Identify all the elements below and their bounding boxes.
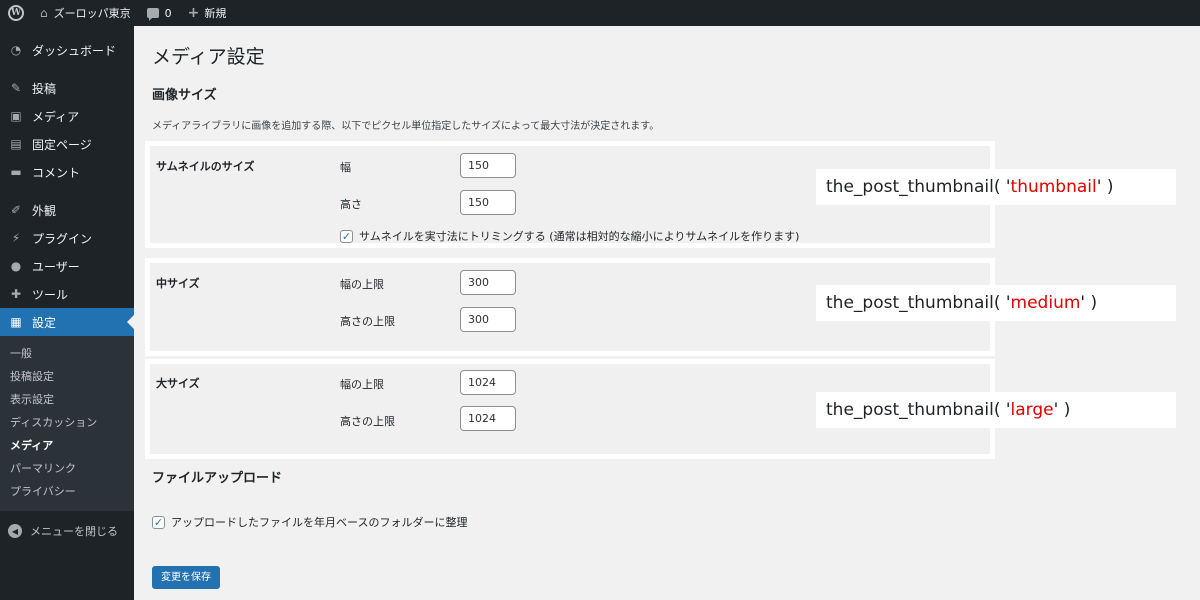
site-name-link[interactable]: ⌂ ズーロッパ東京 xyxy=(32,0,139,26)
thumbnail-height-label: 高さ xyxy=(340,198,362,211)
large-size-label: 大サイズ xyxy=(156,377,200,390)
medium-width-label: 幅の上限 xyxy=(340,278,384,291)
callout-prefix: the_post_thumbnail( ' xyxy=(826,400,1011,420)
thumbnail-width-input[interactable]: 150 xyxy=(460,153,516,178)
user-icon: ● xyxy=(10,259,22,273)
comment-icon: ▬ xyxy=(10,165,22,179)
callout-arg: thumbnail xyxy=(1010,177,1097,197)
page-title: メディア設定 xyxy=(152,46,265,68)
sidebar-item-pages[interactable]: ▤ 固定ページ xyxy=(0,130,134,158)
sidebar-item-label: プラグイン xyxy=(32,231,93,246)
sidebar-item-label: 設定 xyxy=(32,315,57,330)
main-content: メディア設定 画像サイズ メディアライブラリに画像を追加する際、以下でピクセル単… xyxy=(134,26,1200,600)
dashboard-icon: ◔ xyxy=(10,43,22,57)
sidebar-item-label: ダッシュボード xyxy=(32,43,117,58)
sidebar-item-label: 外観 xyxy=(32,203,57,218)
thumbnail-width-label: 幅 xyxy=(340,161,351,174)
sidebar-item-label: メディア xyxy=(32,109,80,124)
submenu-item-privacy[interactable]: プライバシー xyxy=(0,480,134,503)
media-icon: ▣ xyxy=(10,109,22,123)
sidebar-item-settings[interactable]: ▦ 設定 xyxy=(0,308,134,336)
image-sizes-heading: 画像サイズ xyxy=(152,88,217,103)
sidebar-item-comments[interactable]: ▬ コメント xyxy=(0,158,134,186)
thumbnail-size-label: サムネイルのサイズ xyxy=(156,160,255,173)
sidebar-item-appearance[interactable]: ✐ 外観 xyxy=(0,196,134,224)
sidebar-item-users[interactable]: ● ユーザー xyxy=(0,252,134,280)
callout-prefix: the_post_thumbnail( ' xyxy=(826,177,1011,197)
admin-sidebar: ◔ ダッシュボード ✎ 投稿 ▣ メディア ▤ 固定ページ ▬ コメント ✐ 外… xyxy=(0,26,134,600)
collapse-arrow-icon: ◀ xyxy=(8,524,22,538)
comments-link[interactable]: 0 xyxy=(139,0,180,26)
large-height-input[interactable]: 1024 xyxy=(460,406,516,431)
checkmark-icon: ✓ xyxy=(341,229,352,243)
submenu-item-media[interactable]: メディア xyxy=(0,434,134,457)
callout-suffix: ' ) xyxy=(1080,293,1098,313)
callout-suffix: ' ) xyxy=(1096,177,1114,197)
submenu-item-discussion[interactable]: ディスカッション xyxy=(0,411,134,434)
medium-height-label: 高さの上限 xyxy=(340,315,395,328)
settings-icon: ▦ xyxy=(10,315,22,329)
medium-size-label: 中サイズ xyxy=(156,277,200,290)
sidebar-item-media[interactable]: ▣ メディア xyxy=(0,102,134,130)
submenu-item-writing[interactable]: 投稿設定 xyxy=(0,365,134,388)
admin-bar: W ⌂ ズーロッパ東京 0 + 新規 xyxy=(0,0,1200,26)
plus-icon: + xyxy=(187,5,200,21)
thumbnail-code-callout: the_post_thumbnail( 'thumbnail' ) xyxy=(816,169,1176,205)
large-code-callout: the_post_thumbnail( 'large' ) xyxy=(816,392,1176,428)
new-label: 新規 xyxy=(204,7,227,20)
callout-suffix: ' ) xyxy=(1053,400,1071,420)
callout-prefix: the_post_thumbnail( ' xyxy=(826,293,1011,313)
sidebar-item-label: 固定ページ xyxy=(32,137,92,152)
large-height-label: 高さの上限 xyxy=(340,415,395,428)
home-icon: ⌂ xyxy=(40,6,48,20)
pin-icon: ✎ xyxy=(10,81,22,95)
collapse-menu-label: メニューを閉じる xyxy=(30,525,118,538)
sidebar-item-posts[interactable]: ✎ 投稿 xyxy=(0,74,134,102)
large-width-input[interactable]: 1024 xyxy=(460,370,516,395)
settings-submenu: 一般 投稿設定 表示設定 ディスカッション メディア パーマリンク プライバシー xyxy=(0,336,134,511)
thumbnail-crop-row: ✓ サムネイルを実寸法にトリミングする (通常は相対的な縮小によりサムネイルを作… xyxy=(340,228,799,244)
uploads-heading: ファイルアップロード xyxy=(152,471,283,486)
thumbnail-crop-label: サムネイルを実寸法にトリミングする (通常は相対的な縮小によりサムネイルを作りま… xyxy=(359,230,800,243)
uploads-organize-label: アップロードしたファイルを年月ベースのフォルダーに整理 xyxy=(171,516,468,529)
image-sizes-description: メディアライブラリに画像を追加する際、以下でピクセル単位指定したサイズによって最… xyxy=(152,121,660,132)
callout-arg: medium xyxy=(1010,293,1081,313)
collapse-menu-button[interactable]: ◀ メニューを閉じる xyxy=(0,517,134,545)
sidebar-item-label: 投稿 xyxy=(32,81,57,96)
medium-width-input[interactable]: 300 xyxy=(460,270,516,295)
comment-bubble-icon xyxy=(146,8,159,21)
thumbnail-height-input[interactable]: 150 xyxy=(460,190,516,215)
comments-count: 0 xyxy=(164,6,172,20)
checkmark-icon: ✓ xyxy=(153,515,164,529)
large-width-label: 幅の上限 xyxy=(340,378,384,391)
plugin-icon: ⚡ xyxy=(11,231,21,245)
submenu-item-permalinks[interactable]: パーマリンク xyxy=(0,457,134,480)
submenu-item-general[interactable]: 一般 xyxy=(0,342,134,365)
callout-arg: large xyxy=(1010,400,1054,420)
sidebar-item-tools[interactable]: ✚ ツール xyxy=(0,280,134,308)
sidebar-item-label: ユーザー xyxy=(32,259,80,274)
sidebar-item-plugins[interactable]: ⚡ プラグイン xyxy=(0,224,134,252)
sidebar-item-label: ツール xyxy=(32,287,69,302)
wordpress-logo-icon: W xyxy=(8,5,24,21)
medium-code-callout: the_post_thumbnail( 'medium' ) xyxy=(816,285,1176,321)
site-name: ズーロッパ東京 xyxy=(53,7,131,20)
wrench-icon: ✚ xyxy=(10,287,22,301)
medium-height-input[interactable]: 300 xyxy=(460,307,516,332)
thumbnail-crop-checkbox[interactable]: ✓ xyxy=(340,229,353,243)
page-icon: ▤ xyxy=(10,137,22,151)
uploads-organize-row: ✓ アップロードしたファイルを年月ベースのフォルダーに整理 xyxy=(152,514,467,530)
new-content-link[interactable]: + 新規 xyxy=(180,0,235,26)
uploads-organize-checkbox[interactable]: ✓ xyxy=(152,515,165,529)
submenu-item-reading[interactable]: 表示設定 xyxy=(0,388,134,411)
sidebar-item-label: コメント xyxy=(32,165,81,180)
wordpress-logo-button[interactable]: W xyxy=(0,0,32,26)
brush-icon: ✐ xyxy=(10,203,22,217)
save-changes-button[interactable]: 変更を保存 xyxy=(152,566,220,589)
sidebar-item-dashboard[interactable]: ◔ ダッシュボード xyxy=(0,36,134,64)
